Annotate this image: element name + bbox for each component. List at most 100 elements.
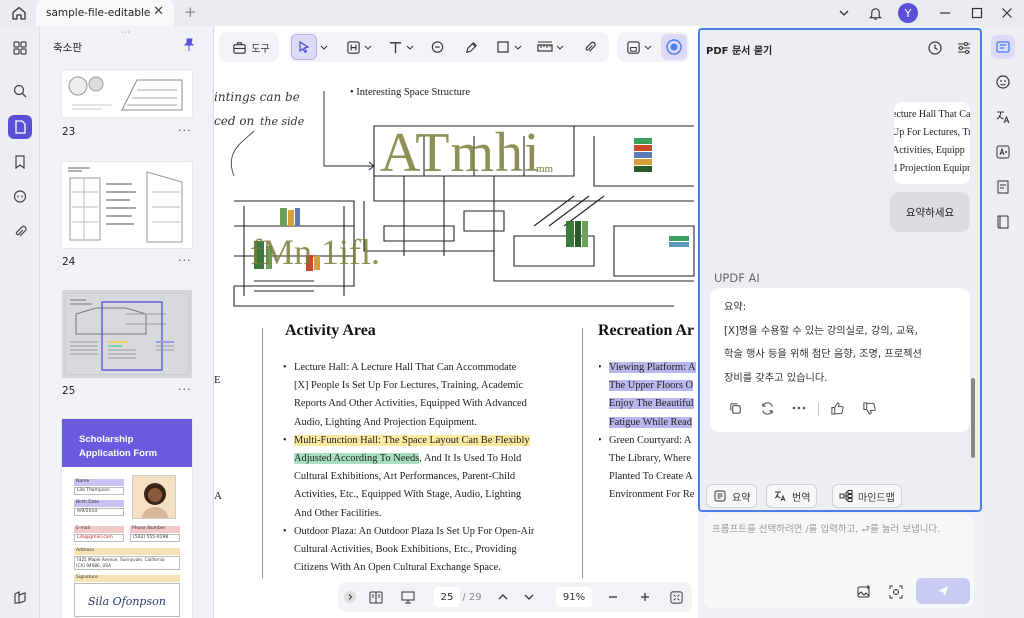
fit-page-button[interactable] bbox=[666, 588, 686, 606]
copy-button[interactable] bbox=[726, 400, 744, 416]
zoom-in-button[interactable] bbox=[636, 588, 654, 606]
home-button[interactable] bbox=[8, 3, 30, 23]
ai-assistant-button[interactable] bbox=[661, 34, 687, 60]
comment-tool-button[interactable] bbox=[427, 38, 447, 56]
green-highlight[interactable]: Adjusted According To Needs bbox=[294, 453, 420, 465]
text-tool-button[interactable] bbox=[385, 38, 405, 56]
pin-panel-button[interactable] bbox=[182, 38, 196, 52]
blue-highlight[interactable]: Viewing Platform: A bbox=[609, 362, 696, 373]
thumbnails-rail-button[interactable] bbox=[8, 36, 32, 60]
close-tab-button[interactable]: ✕ bbox=[153, 4, 164, 19]
document-tab[interactable]: sample-file-editable ✕ bbox=[36, 0, 174, 26]
answer-line: 요약: bbox=[724, 302, 747, 313]
comments-rail-button[interactable] bbox=[8, 185, 32, 209]
layers-rail-button[interactable] bbox=[8, 586, 32, 610]
bookmarks-rail-button[interactable] bbox=[8, 150, 32, 174]
column-divider-left bbox=[262, 328, 263, 578]
panel-resize-handle[interactable]: ⋯ bbox=[121, 28, 131, 38]
page-23-more-button[interactable]: ··· bbox=[178, 124, 192, 137]
select-tool-dropdown[interactable] bbox=[319, 38, 329, 56]
page-thumbnail-25[interactable] bbox=[66, 294, 188, 374]
ai-chat-rail-button[interactable] bbox=[991, 35, 1015, 59]
blue-highlight[interactable]: The Upper Floors O bbox=[609, 380, 693, 392]
mindmap-chip[interactable]: 마인드맵 bbox=[832, 484, 902, 508]
pages-rail-button[interactable] bbox=[8, 115, 32, 139]
highlight-tool-dropdown[interactable] bbox=[363, 38, 373, 56]
blue-highlight[interactable]: Fatigue While Read bbox=[609, 416, 692, 428]
highlight-tool-button[interactable] bbox=[343, 38, 363, 56]
page-thumbnail-23[interactable] bbox=[62, 70, 192, 117]
history-button[interactable] bbox=[926, 39, 944, 57]
page-24-preview bbox=[68, 167, 183, 243]
user-avatar[interactable]: Y bbox=[898, 3, 918, 23]
chevron-up-icon bbox=[498, 594, 508, 600]
chevron-down-icon bbox=[644, 45, 652, 50]
prompt-input-area[interactable]: 프롬프트를 선택하려면 /를 입력하고, ⮐를 눌러 보냅니다. bbox=[704, 514, 974, 608]
page-thumbnail-24[interactable] bbox=[62, 162, 192, 248]
add-image-button[interactable] bbox=[854, 582, 874, 602]
attachments-rail-button[interactable] bbox=[8, 220, 32, 244]
zoom-out-button[interactable] bbox=[604, 588, 622, 606]
zoom-level[interactable]: 91% bbox=[556, 587, 592, 607]
blue-highlight[interactable]: Enjoy The Beautiful bbox=[609, 398, 694, 410]
summary-rail-button[interactable] bbox=[991, 175, 1015, 199]
page-number-23: 23 bbox=[62, 126, 76, 138]
previous-page-button[interactable] bbox=[494, 588, 512, 606]
close-window-button[interactable] bbox=[998, 3, 1016, 23]
chat-scrollbar[interactable] bbox=[971, 378, 975, 458]
page-24-more-button[interactable]: ··· bbox=[178, 254, 192, 267]
ai-assistant-rail-button[interactable] bbox=[991, 70, 1015, 94]
page-icon bbox=[15, 120, 26, 134]
page-25-more-button[interactable]: ··· bbox=[178, 383, 192, 396]
explain-rail-button[interactable] bbox=[991, 140, 1015, 164]
thumbs-up-button[interactable] bbox=[828, 400, 846, 416]
next-page-button[interactable] bbox=[520, 588, 538, 606]
thumbs-down-icon bbox=[862, 401, 876, 415]
answer-line: 학술 행사 등을 위해 첨단 음향, 조명, 프로젝션 bbox=[724, 349, 922, 360]
measure-tool-button[interactable] bbox=[535, 38, 555, 56]
select-tool-button[interactable] bbox=[291, 34, 317, 60]
minimize-button[interactable] bbox=[936, 3, 954, 23]
document-tab-title: sample-file-editable bbox=[46, 7, 151, 19]
page-total: / 29 bbox=[462, 591, 482, 603]
quoted-line: Activities, Equipp bbox=[894, 145, 965, 156]
quoted-context-card: ecture Hall That Ca Up For Lectures, Tr … bbox=[894, 102, 970, 184]
save-dropdown[interactable] bbox=[643, 38, 653, 56]
page-navigation-bar: 25 / 29 91% bbox=[338, 582, 692, 612]
new-tab-button[interactable]: + bbox=[184, 3, 197, 21]
summarize-chip[interactable]: 요약 bbox=[706, 484, 758, 508]
notifications-button[interactable] bbox=[866, 3, 884, 23]
layers-icon bbox=[14, 591, 26, 604]
text-tool-dropdown[interactable] bbox=[405, 38, 415, 56]
translate-chip[interactable]: 번역 bbox=[766, 484, 818, 508]
expand-bar-button[interactable] bbox=[342, 588, 358, 606]
shape-tool-dropdown[interactable] bbox=[513, 38, 523, 56]
attach-tool-button[interactable] bbox=[579, 38, 599, 56]
presentation-button[interactable] bbox=[398, 588, 418, 606]
yellow-highlight[interactable]: Multi-Function Hall: The Space Layout Ca… bbox=[294, 434, 530, 446]
thumbs-up-icon bbox=[830, 401, 844, 415]
search-rail-button[interactable] bbox=[8, 79, 32, 103]
measure-tool-dropdown[interactable] bbox=[555, 38, 565, 56]
translate-rail-button[interactable] bbox=[991, 105, 1015, 129]
close-icon bbox=[1002, 8, 1012, 18]
page-layout-button[interactable] bbox=[366, 588, 386, 606]
page-thumbnail-26[interactable]: Scholarship Application Form Name Lila T… bbox=[62, 419, 192, 618]
tools-button[interactable]: 도구 bbox=[227, 38, 275, 56]
send-button[interactable] bbox=[916, 578, 970, 604]
thumbs-down-button[interactable] bbox=[860, 400, 878, 416]
text-line: [X] People Is Set Up For Lectures, Train… bbox=[294, 380, 524, 392]
tab-list-button[interactable] bbox=[836, 3, 852, 23]
screenshot-button[interactable] bbox=[886, 582, 906, 602]
page-number-input[interactable]: 25 bbox=[434, 587, 460, 607]
save-button[interactable] bbox=[623, 38, 643, 56]
library-rail-button[interactable] bbox=[991, 210, 1015, 234]
regenerate-button[interactable] bbox=[758, 400, 776, 416]
shape-tool-button[interactable] bbox=[493, 38, 513, 56]
pen-tool-button[interactable] bbox=[461, 38, 481, 56]
settings-button[interactable] bbox=[955, 39, 973, 57]
explain-icon bbox=[996, 145, 1010, 159]
more-options-button[interactable] bbox=[790, 400, 808, 416]
chevron-down-icon bbox=[406, 45, 414, 50]
maximize-button[interactable] bbox=[968, 3, 986, 23]
